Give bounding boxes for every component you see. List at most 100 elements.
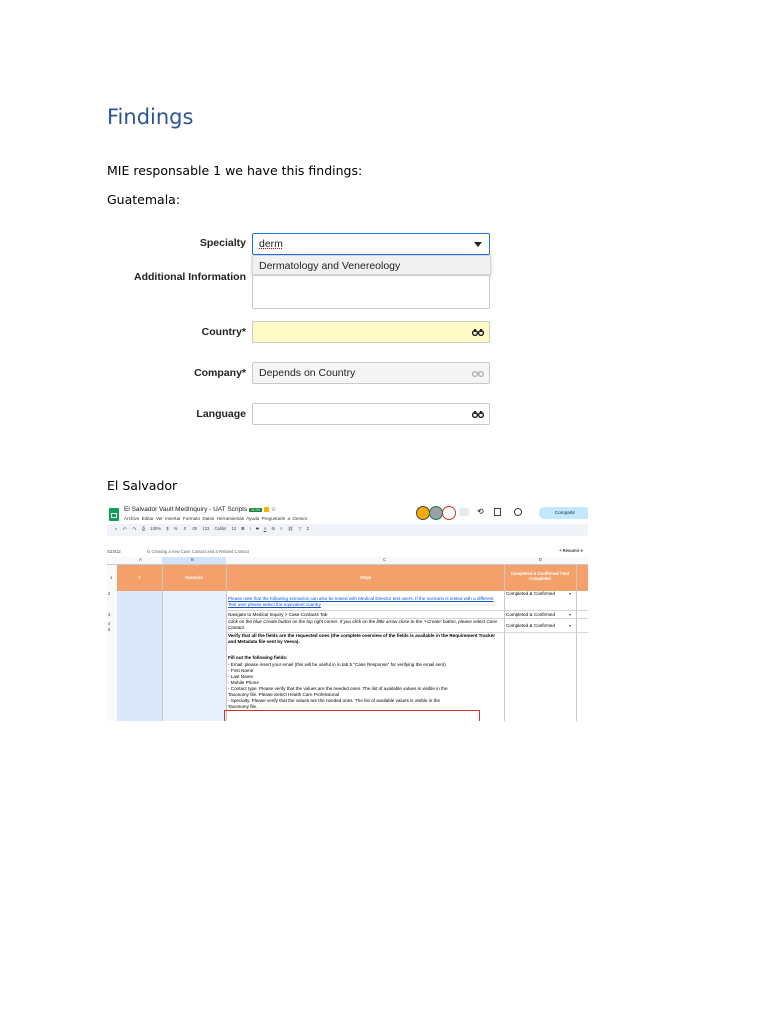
italic-icon[interactable]: I [250,526,251,531]
chevron-down-icon[interactable]: ▾ [569,623,571,628]
undo-icon[interactable]: ↶ [123,526,127,531]
meet-icon[interactable] [514,508,522,516]
menu-editar[interactable]: Editar [142,516,154,521]
step-cell-navigate[interactable]: Navigate to Medical Inquiry > Case Conta… [228,612,503,618]
menu-archivo[interactable]: Archivo [124,516,139,521]
intro-paragraph: MIE responsable 1 we have this findings: [107,163,363,178]
share-button-label: Compartir [554,510,576,515]
link-icon[interactable]: ⛓ [288,526,293,531]
font-size-field[interactable]: 12 [232,526,237,531]
menu-datos[interactable]: Datos [202,516,214,521]
zoom-select[interactable]: 100% [150,526,161,531]
company-field: Depends on Country [252,362,490,384]
step-cell-create[interactable]: Click on the blue Create button on the t… [228,619,503,631]
avatar[interactable] [442,506,456,520]
status-cell[interactable]: Completed & Confirmed [506,591,555,596]
binoculars-icon[interactable] [472,410,484,418]
header-scenario: Scenario [162,575,226,580]
dropdown-option-label: Dermatology and Venereology [259,260,401,272]
text-color-icon[interactable]: A [264,526,267,531]
additional-information-label: Additional Information [134,271,246,283]
menu-gemini[interactable]: Preguntarle a Gemini [261,516,306,521]
avatar[interactable] [416,506,430,520]
step-verify[interactable]: Verify that all the fields are the reque… [228,633,503,645]
history-icon[interactable]: ⟲ [477,507,484,516]
star-icon[interactable]: ☆ [271,507,276,513]
column-a-selected [117,591,162,721]
menu-herramientas[interactable]: Herramientas [217,516,245,521]
guatemala-form-screenshot: Specialty derm Dermatology and Venereolo… [100,225,500,435]
header-status: Completed & Confirmed / Not Completed [505,571,575,581]
row-number[interactable]: 2 [108,591,110,596]
decrease-decimal-button[interactable]: .0 [183,526,187,531]
menu-insertar[interactable]: Insertar [165,516,181,521]
spreadsheet-screenshot: El Salvador Vault MedInquiry - UAT Scrip… [107,505,588,721]
filter-icon[interactable]: ▽ [298,526,301,531]
formula-text: Creating a new Case Contact and a Relate… [151,549,249,554]
step-fill-list[interactable]: - Email: please insert your email (this … [228,662,503,710]
section-el-salvador: El Salvador [107,478,178,493]
header-number: # [117,575,162,580]
status-cell[interactable]: Completed & Confirmed [506,623,555,628]
borders-icon[interactable]: ⊞ [271,526,275,531]
menu-ver[interactable]: Ver [156,516,163,521]
column-header-c[interactable]: C [383,557,386,562]
status-cell[interactable]: Completed & Confirmed [506,612,555,617]
column-header-b-highlight [162,557,226,564]
row-number[interactable]: 3 [108,612,110,617]
step-note-link[interactable]: Please note that the following scenarios… [228,596,493,607]
share-button[interactable]: Compartir [539,507,588,519]
highlight-box [224,710,480,721]
name-box[interactable]: S3:B12 [107,549,121,554]
column-header-b[interactable]: B [191,557,194,562]
functions-icon[interactable]: Σ [307,526,310,531]
specialty-value: derm [259,238,283,250]
chevron-down-icon[interactable]: ▾ [569,591,571,596]
strikethrough-icon[interactable]: S [256,526,259,531]
resume-button[interactable]: + Resumir e [559,548,583,553]
bold-icon[interactable]: B [241,526,244,531]
increase-decimal-button[interactable]: .00 [191,526,197,531]
column-header-a[interactable]: A [139,557,142,562]
menu-bar[interactable]: Archivo Editar Ver Insertar Formato Dato… [124,516,307,521]
column-header-d[interactable]: D [539,557,542,562]
row-number[interactable]: 1 [110,575,112,580]
comments-icon[interactable] [494,508,501,516]
specialty-select[interactable]: derm [252,233,490,255]
sheets-logo-icon [109,508,119,521]
column-b-selected [162,591,226,721]
language-label: Language [196,408,246,420]
specialty-dropdown-option[interactable]: Dermatology and Venereology [252,255,491,275]
menu-formato[interactable]: Formato [183,516,200,521]
formula-bar[interactable]: fx Creating a new Case Contact and a Rel… [147,549,249,554]
additional-information-field[interactable] [252,275,490,309]
page-title: Findings [107,105,194,129]
resume-button-label: + Resumir e [559,548,583,553]
font-select[interactable]: Calibri [215,526,227,531]
document-title[interactable]: El Salvador Vault MedInquiry - UAT Scrip… [124,506,276,513]
row-number[interactable]: 5 [108,627,110,632]
align-icon[interactable]: ≡ [280,526,282,531]
comment-icon[interactable] [459,508,469,516]
currency-button[interactable]: $ [166,526,168,531]
language-field[interactable] [252,403,490,425]
avatar[interactable] [429,506,443,520]
step-cell-note[interactable]: Please note that the following scenarios… [228,596,503,608]
fx-icon: fx [147,549,151,554]
chevron-down-icon[interactable] [474,242,482,247]
country-field[interactable] [252,321,490,343]
menu-ayuda[interactable]: Ayuda [246,516,259,521]
chevron-down-icon[interactable]: ▾ [569,612,571,617]
row-number[interactable]: 4 [108,621,110,626]
cell-reference: S3:B12 [107,549,121,554]
print-icon[interactable]: ⎙ [142,526,145,531]
toolbar-items[interactable]: ⌕ ↶ ↷ ⎙ 100% $ % .0 .00 123 Calibri 12 B… [115,526,309,532]
search-icon[interactable]: ⌕ [115,526,117,531]
binoculars-icon[interactable] [472,328,484,336]
percent-button[interactable]: % [174,526,178,531]
format-button[interactable]: 123 [202,526,209,531]
redo-icon[interactable]: ↷ [132,526,136,531]
header-steps: Steps [227,575,504,580]
folder-icon[interactable] [264,506,270,512]
specialty-label: Specialty [199,237,246,249]
